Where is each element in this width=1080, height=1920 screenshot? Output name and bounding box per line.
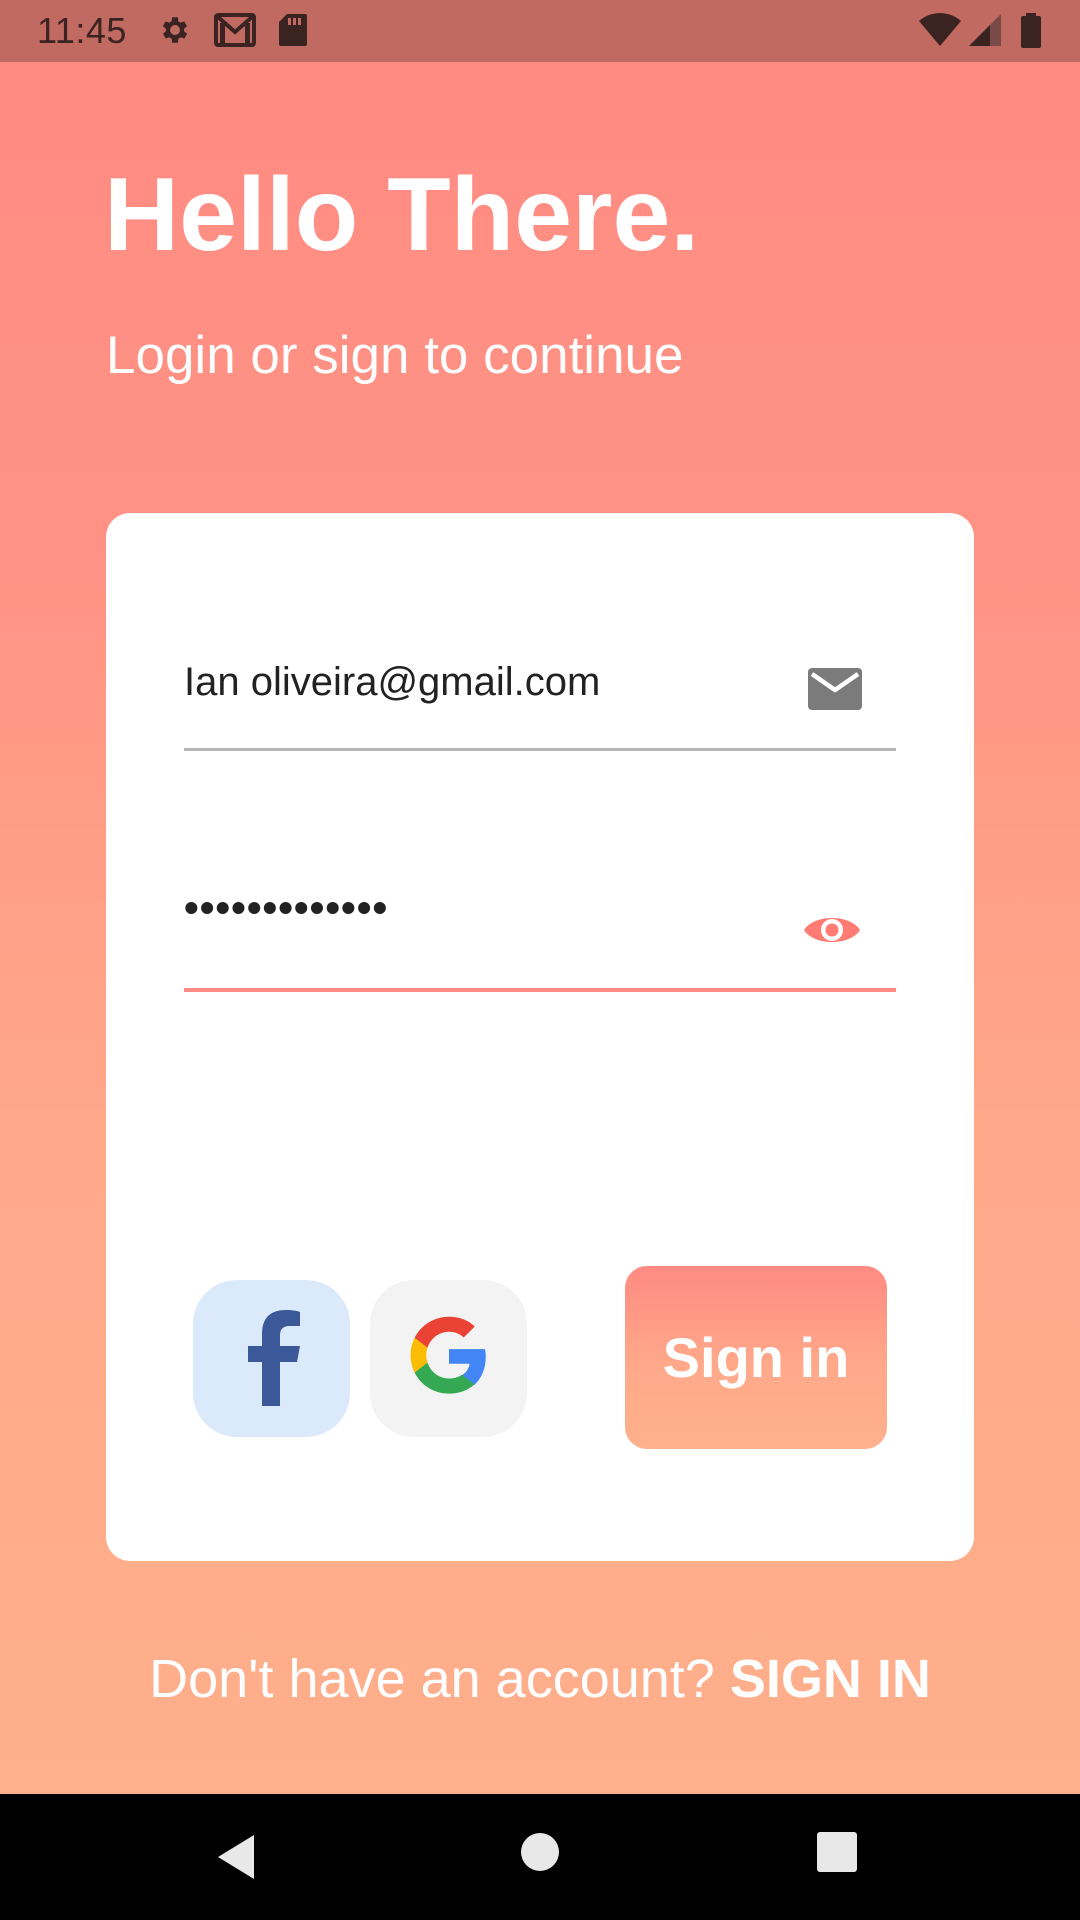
eye-icon[interactable] xyxy=(802,910,862,955)
wifi-icon xyxy=(918,13,962,52)
navigation-bar xyxy=(0,1794,1080,1920)
gear-icon xyxy=(158,13,192,52)
status-bar: 11:45 xyxy=(0,0,1080,62)
password-input[interactable]: ••••••••••••• xyxy=(184,884,388,932)
login-card: Ian oliveira@gmail.com ••••••••••••• Sig… xyxy=(106,513,974,1561)
signup-prompt-text: Don't have an account? xyxy=(149,1649,730,1709)
sd-card-icon xyxy=(278,13,308,52)
email-field[interactable]: Ian oliveira@gmail.com xyxy=(184,638,896,751)
password-field[interactable]: ••••••••••••• xyxy=(184,878,896,992)
google-login-button[interactable] xyxy=(370,1280,527,1437)
email-input[interactable]: Ian oliveira@gmail.com xyxy=(184,660,600,705)
facebook-icon xyxy=(242,1306,302,1411)
page-subtitle: Login or sign to continue xyxy=(106,326,684,385)
signup-prompt: Don't have an account? SIGN IN xyxy=(0,1648,1080,1710)
back-icon[interactable] xyxy=(214,1832,258,1887)
mail-icon xyxy=(808,668,862,715)
sign-in-button[interactable]: Sign in xyxy=(625,1266,887,1449)
sign-in-link[interactable]: SIGN IN xyxy=(730,1649,931,1709)
login-screen: 11:45 Hello There. Login or sign to cont… xyxy=(0,0,1080,1920)
page-title: Hello There. xyxy=(104,157,700,273)
gmail-icon xyxy=(214,13,256,52)
battery-icon xyxy=(1020,13,1042,54)
signal-icon xyxy=(968,13,1002,52)
status-time: 11:45 xyxy=(37,10,127,51)
recents-icon[interactable] xyxy=(817,1832,857,1877)
home-icon[interactable] xyxy=(520,1832,560,1877)
facebook-login-button[interactable] xyxy=(193,1280,350,1437)
google-icon xyxy=(408,1315,490,1402)
